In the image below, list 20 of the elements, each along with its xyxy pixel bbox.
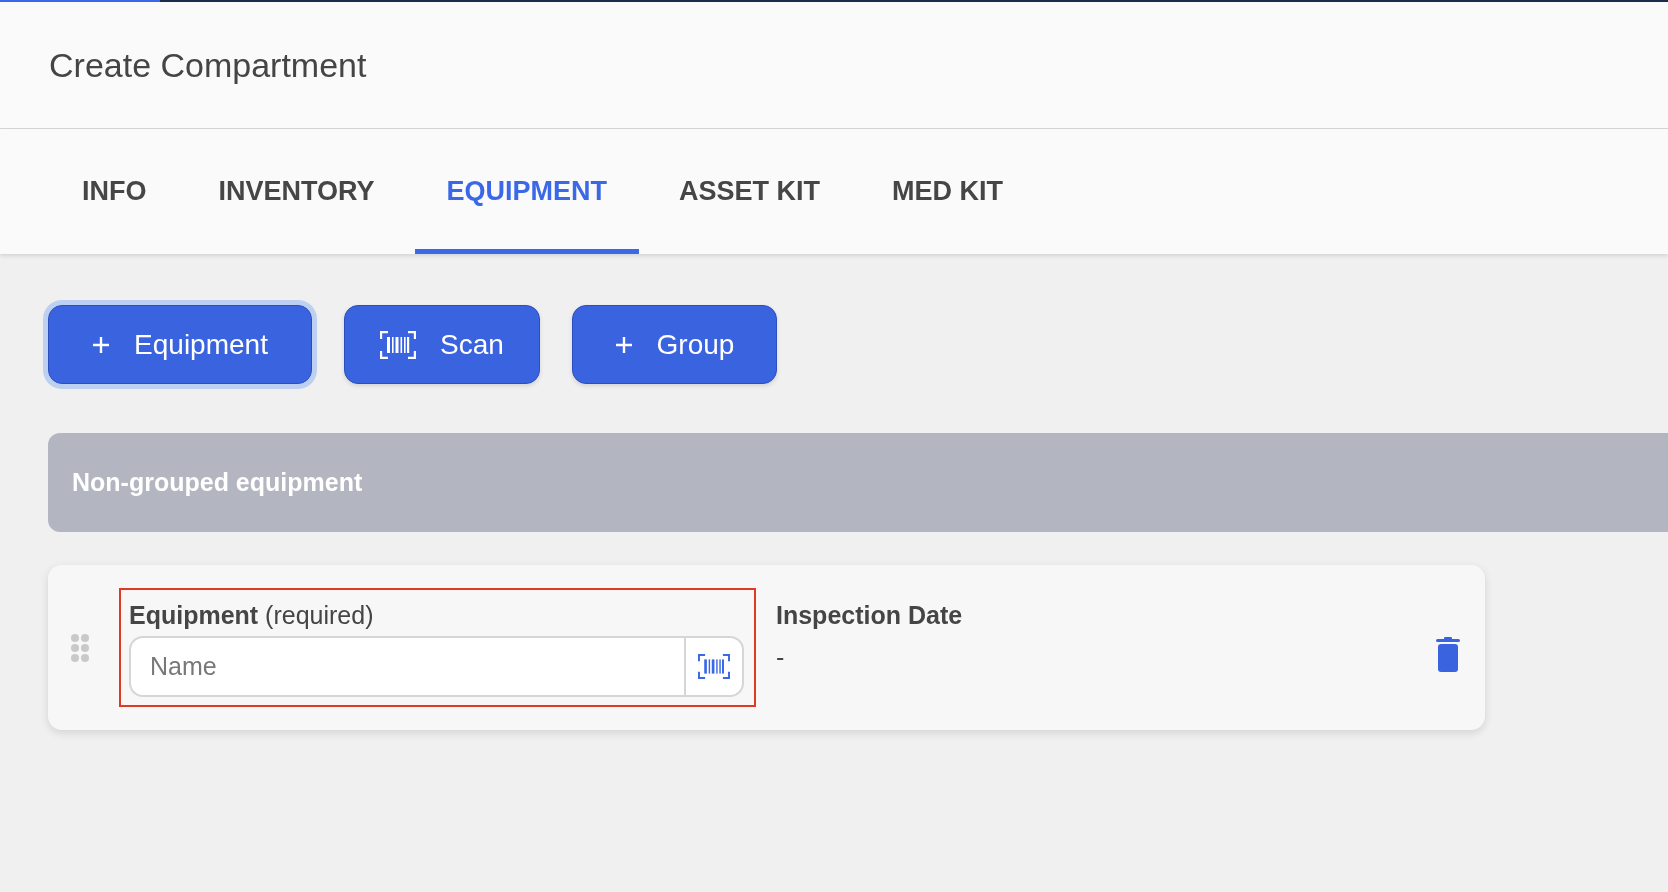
field-label: Equipment (required) (129, 600, 375, 630)
action-button[interactable]: Scan (344, 305, 540, 384)
drag-handle-icon (70, 632, 90, 663)
tab[interactable]: INVENTORY (186, 129, 407, 254)
page-title: Create Compartment (49, 48, 367, 82)
plus-icon (92, 335, 111, 354)
name-input-field[interactable]: Name (129, 636, 684, 697)
tab[interactable]: ASSET KIT (647, 129, 853, 254)
action-button[interactable]: Group (572, 305, 777, 384)
barcode-scan-button[interactable] (684, 636, 744, 697)
plus-icon (614, 335, 633, 354)
tab[interactable]: MED KIT (860, 129, 1036, 254)
barcode-icon (380, 330, 417, 359)
barcode-icon (698, 654, 730, 679)
group-title: Non-grouped equipment (72, 466, 363, 498)
inspection-date-value: - (776, 642, 786, 672)
trash-icon[interactable] (1436, 637, 1460, 672)
tab[interactable]: INFO (50, 129, 179, 254)
tab[interactable]: EQUIPMENT (414, 129, 640, 254)
inspection-date-label: Inspection Date (776, 600, 963, 630)
